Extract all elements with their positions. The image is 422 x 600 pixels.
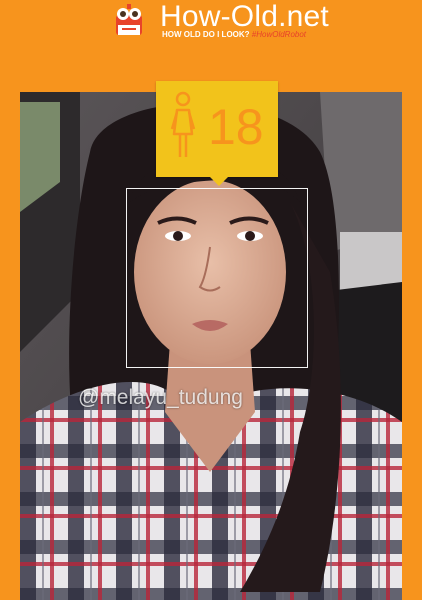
age-value: 18: [208, 99, 264, 155]
app-title[interactable]: How-Old.net: [160, 0, 329, 34]
face-detection-box: [126, 188, 308, 368]
tagline-text: HOW OLD DO I LOOK?: [162, 30, 250, 39]
hashtag-link[interactable]: #HowOldRobot: [252, 30, 306, 39]
watermark-text: @melayu_tudung: [78, 386, 243, 409]
female-icon: [170, 91, 196, 157]
header: How-Old.net HOW OLD DO I LOOK? #HowOldRo…: [0, 0, 422, 92]
tagline: HOW OLD DO I LOOK? #HowOldRobot: [162, 30, 306, 40]
age-badge: 18: [156, 81, 278, 186]
robot-head-icon: [116, 4, 142, 35]
